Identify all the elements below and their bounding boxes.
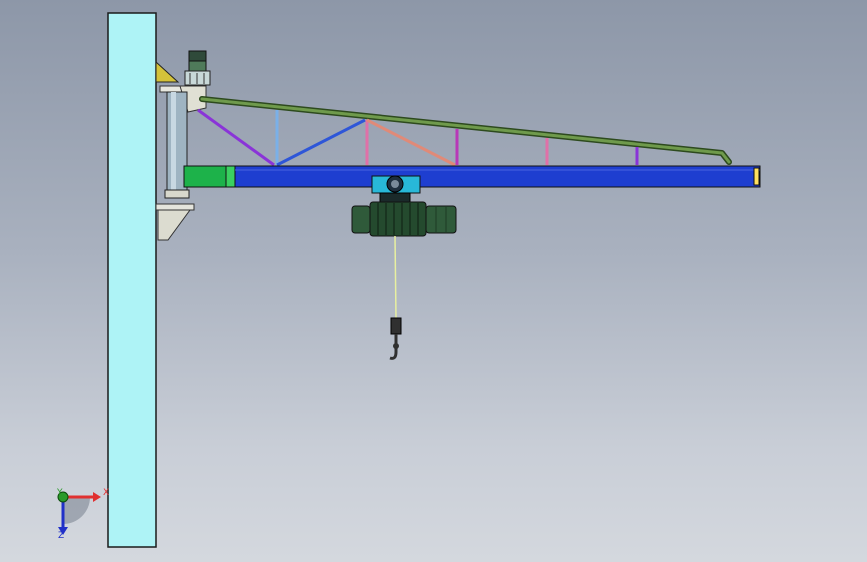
top-gusset-plate[interactable] xyxy=(155,60,180,83)
coordinate-triad xyxy=(57,491,101,535)
hoist-motor[interactable] xyxy=(351,201,457,237)
triad-z-label: Z xyxy=(58,531,65,541)
wall-column[interactable] xyxy=(107,12,157,548)
hoist-trolley[interactable] xyxy=(371,175,421,203)
main-beam[interactable] xyxy=(183,165,761,188)
jib-crane-model[interactable] xyxy=(0,0,867,562)
triad-x-label: X xyxy=(103,488,110,498)
hoist-rope[interactable] xyxy=(394,235,397,319)
slewing-motor[interactable] xyxy=(184,50,211,86)
hook-block[interactable] xyxy=(389,317,402,360)
bottom-bracket[interactable] xyxy=(155,203,195,241)
triad-y-label: Y xyxy=(57,488,63,498)
cad-viewport[interactable]: X Y Z xyxy=(0,0,867,562)
triad-shadow xyxy=(63,497,90,524)
